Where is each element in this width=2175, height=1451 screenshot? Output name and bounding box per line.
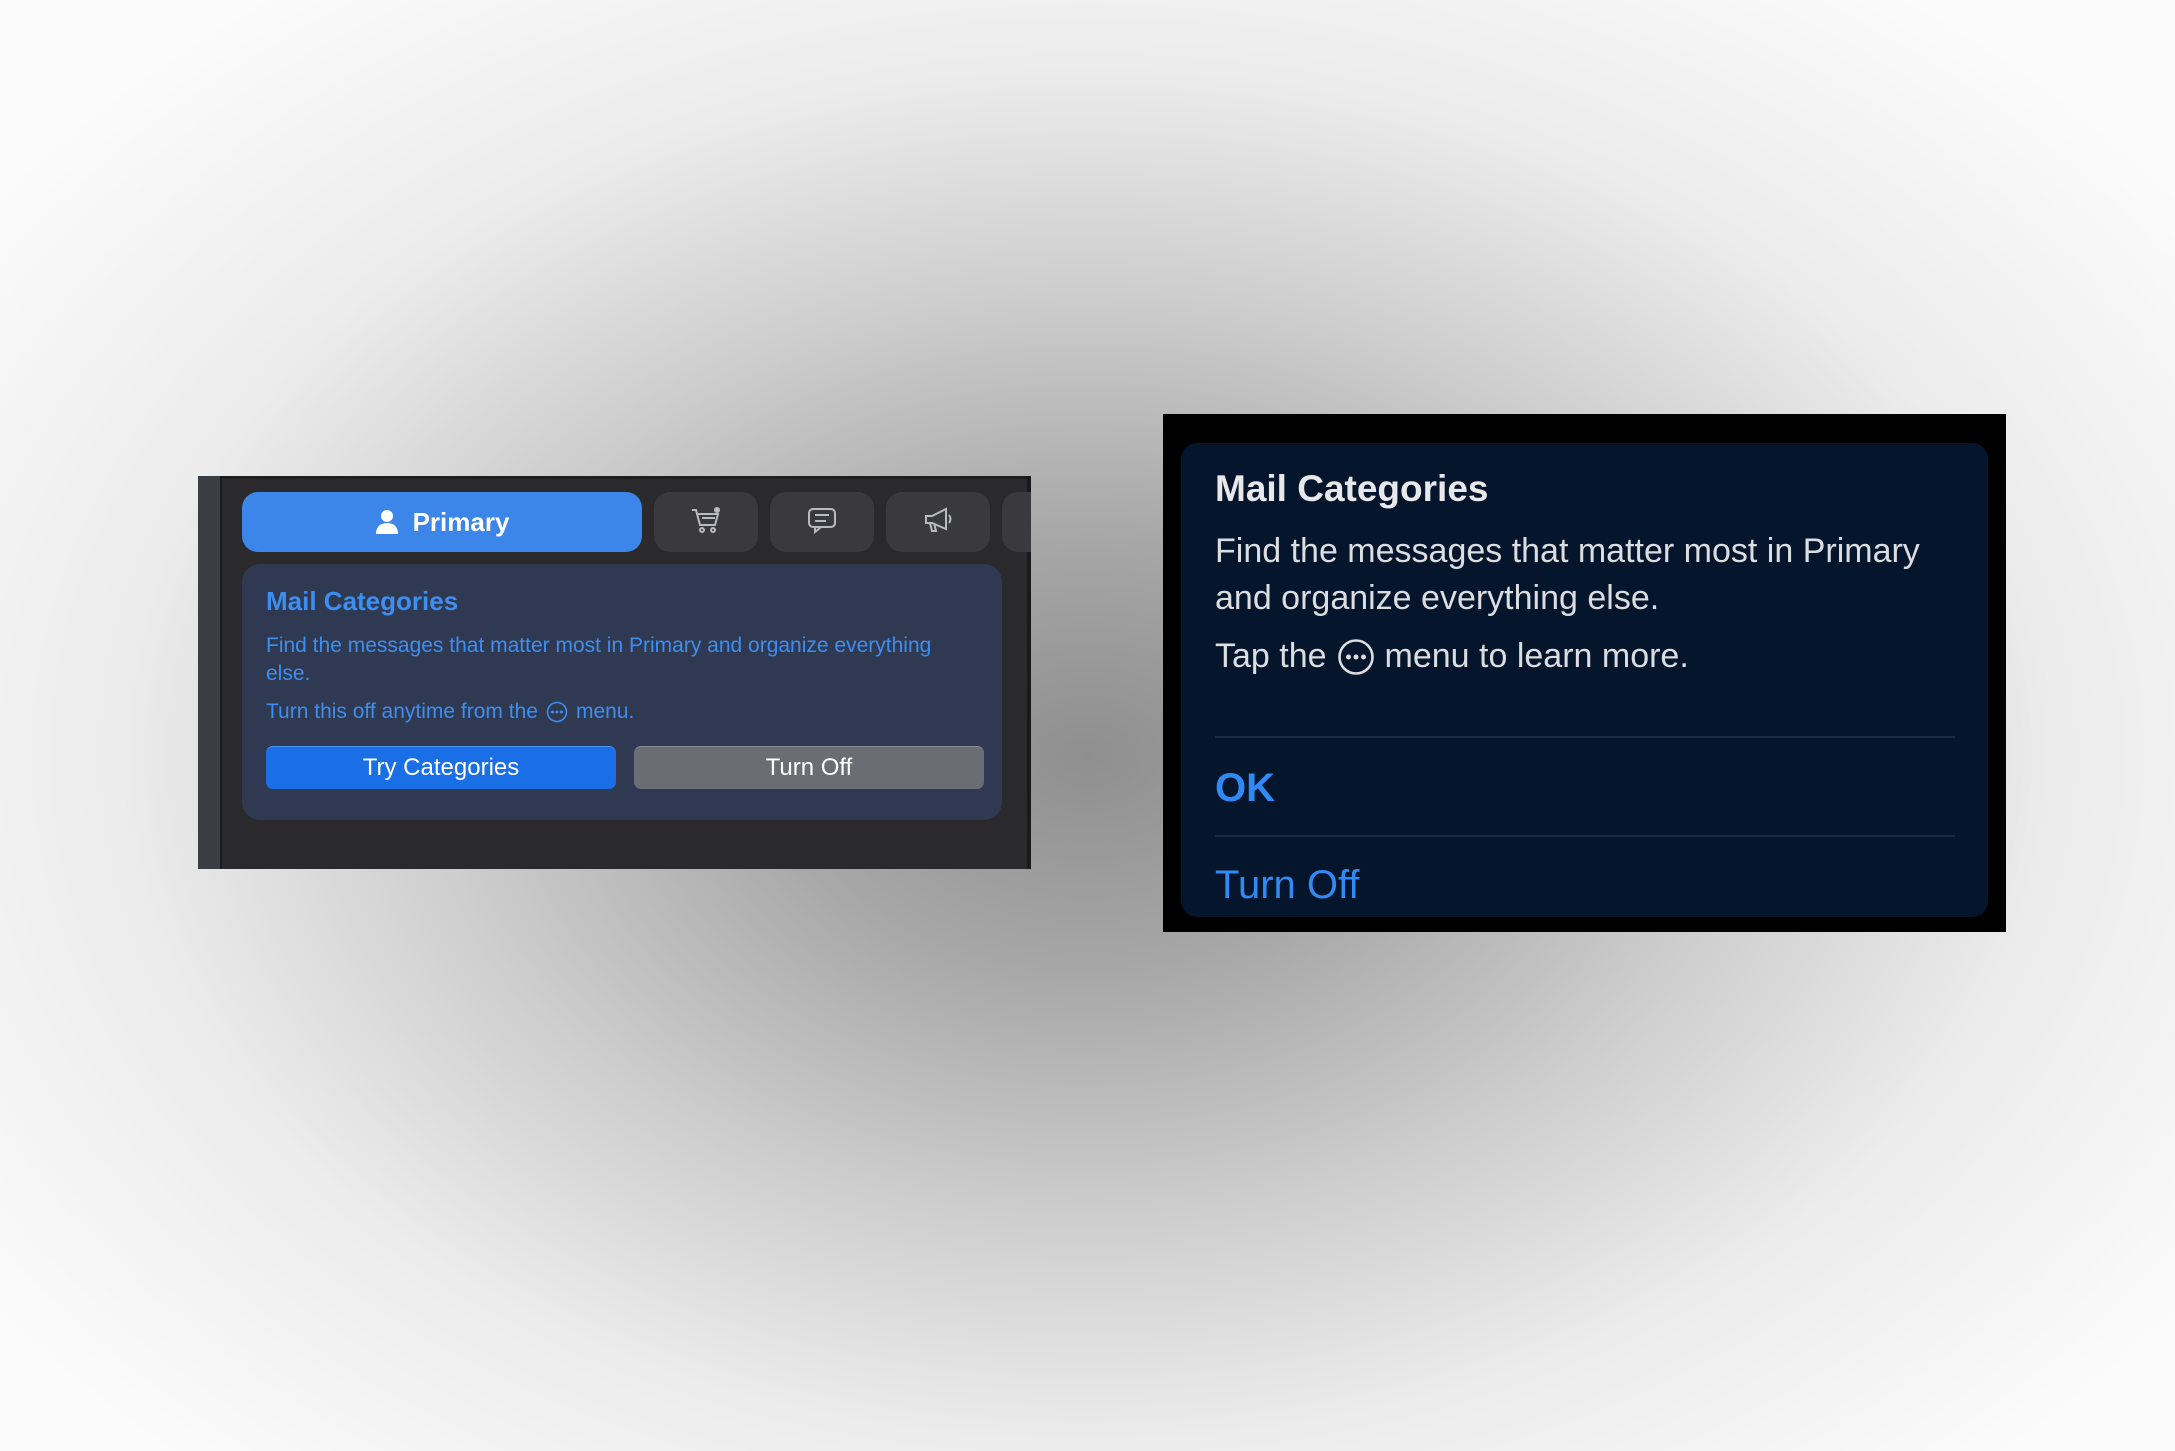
chat-bubble-icon (806, 506, 838, 539)
card-description: Find the messages that matter most in Pr… (266, 634, 932, 685)
alert-hint: Tap the menu to learn more. (1215, 633, 1689, 680)
alert-title: Mail Categories (1215, 468, 1489, 509)
card-title: Mail Categories (266, 586, 459, 616)
hint-text-after: menu. (575, 700, 635, 723)
divider (1215, 835, 1955, 837)
try-categories-button[interactable]: Try Categories (266, 746, 616, 789)
cart-icon (690, 506, 722, 539)
hint-text-before: Turn this off anytime from the (266, 700, 538, 723)
tab-promotions[interactable] (886, 492, 990, 552)
tab-more[interactable] (1002, 492, 1031, 552)
mail-categories-card: Mail Categories Find the messages that m… (242, 564, 1002, 820)
ellipsis-circle-icon (1337, 638, 1375, 676)
panel-top-edge (198, 476, 1031, 479)
ok-button[interactable]: OK (1215, 766, 1275, 811)
card-hint: Turn this off anytime from the menu. (266, 698, 634, 726)
mail-categories-alert: Mail Categories Find the messages that m… (1181, 443, 1988, 917)
tab-primary[interactable]: Primary (242, 492, 642, 552)
alert-description: Find the messages that matter most in Pr… (1215, 532, 1920, 617)
person-icon (375, 509, 399, 535)
tab-primary-label: Primary (412, 506, 510, 537)
tab-transactions[interactable] (654, 492, 758, 552)
hint-text-before: Tap the (1215, 637, 1327, 675)
megaphone-icon (922, 506, 954, 539)
ellipsis-circle-icon (546, 701, 568, 723)
category-tab-bar: Primary (242, 492, 1031, 552)
mac-mail-panel: Primary Mail Categories Find the message… (198, 476, 1031, 869)
sidebar-edge (198, 476, 222, 869)
turn-off-button[interactable]: Turn Off (1215, 863, 1360, 908)
tab-updates[interactable] (770, 492, 874, 552)
ios-mail-panel: Mail Categories Find the messages that m… (1163, 414, 2006, 932)
hint-text-after: menu to learn more. (1384, 637, 1689, 675)
divider (1215, 736, 1955, 738)
turn-off-button[interactable]: Turn Off (634, 746, 984, 789)
